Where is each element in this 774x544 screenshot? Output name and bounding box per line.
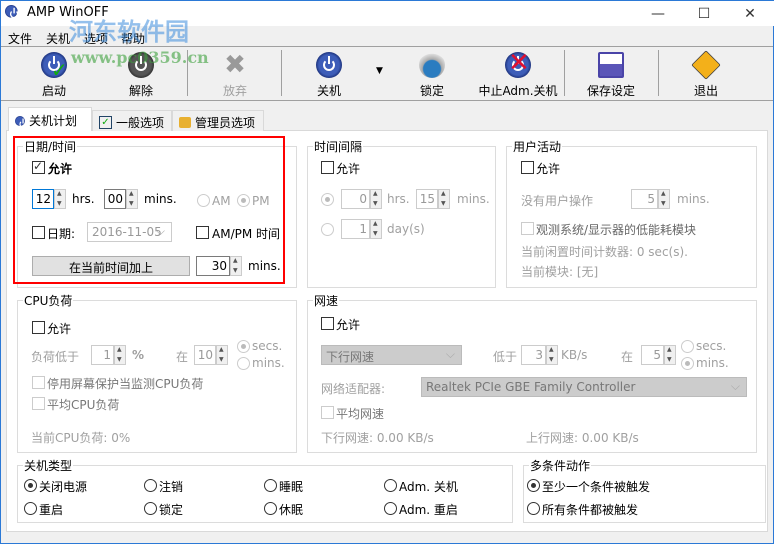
shutdown-type-label: 关闭电源 <box>39 480 88 494</box>
cpu-percent-spinner[interactable] <box>114 345 126 365</box>
interval-allow-checkbox[interactable] <box>321 161 334 174</box>
shutdown-type-label: 注销 <box>159 480 184 494</box>
shutdown-type-radio[interactable] <box>264 479 277 492</box>
multi-condition-radio[interactable] <box>527 479 540 492</box>
power-cancel-icon: ✕ <box>505 48 531 78</box>
power-icon <box>15 115 27 128</box>
watermark-logo: 河东软件园 <box>69 18 189 46</box>
interval-days-radio[interactable] <box>321 223 334 236</box>
cpu-duration-spinner[interactable] <box>216 345 228 365</box>
separator <box>564 50 565 96</box>
x-icon: ✖ <box>224 50 246 80</box>
shutdown-type-label: Adm. 重启 <box>399 503 458 517</box>
network-speed-input[interactable]: 3 <box>521 345 546 365</box>
shutdown-type-radio[interactable] <box>24 479 37 492</box>
network-speed-spinner[interactable] <box>546 345 558 365</box>
shutdown-type-radio[interactable] <box>144 479 157 492</box>
floppy-disk-icon <box>598 52 624 78</box>
lock-icon <box>419 52 445 78</box>
lock-button[interactable]: 锁定 <box>392 52 472 99</box>
turn-sign-icon <box>691 50 721 80</box>
network-allow-checkbox[interactable] <box>321 317 334 330</box>
maximize-button[interactable]: ☐ <box>681 1 727 27</box>
power-check-icon: ✓ <box>41 52 68 82</box>
highlight-box <box>13 136 285 284</box>
network-secs-radio[interactable] <box>681 340 694 353</box>
shutdown-type-radio[interactable] <box>144 502 157 515</box>
interval-hours-radio[interactable] <box>321 193 334 206</box>
shutdown-type-radio[interactable] <box>24 502 37 515</box>
multi-condition-label: 至少一个条件被触发 <box>542 480 651 494</box>
divider <box>1 100 773 101</box>
shutdown-type-radio[interactable] <box>384 479 397 492</box>
multi-condition-radio[interactable] <box>527 502 540 515</box>
tab-admin-options[interactable]: 管理员选项 <box>172 110 264 131</box>
cpu-allow-checkbox[interactable] <box>32 321 45 334</box>
separator <box>281 50 282 96</box>
save-settings-button[interactable]: 保存设定 <box>571 52 651 99</box>
shutdown-type-radio[interactable] <box>264 502 277 515</box>
shutdown-button[interactable]: 关机 <box>289 52 369 99</box>
shutdown-dropdown-arrow[interactable]: ▼ <box>376 66 383 76</box>
menu-file[interactable]: 文件 <box>8 30 32 47</box>
tab-shutdown-plan[interactable]: 关机计划 <box>8 107 92 131</box>
power-icon <box>316 52 342 78</box>
app-power-icon <box>5 5 19 19</box>
cpu-duration-input[interactable]: 10 <box>194 345 216 365</box>
observe-low-power-checkbox[interactable] <box>521 222 534 235</box>
idle-minutes-spinner[interactable] <box>658 189 670 209</box>
network-direction-select[interactable]: 下行网速 <box>321 345 462 365</box>
cpu-average-checkbox[interactable] <box>32 397 45 410</box>
checkbox-icon: ✓ <box>99 115 112 129</box>
shutdown-type-radio[interactable] <box>384 502 397 515</box>
network-duration-spinner[interactable] <box>664 345 676 365</box>
multi-condition-label: 所有条件都被触发 <box>542 503 639 517</box>
close-button[interactable]: ✕ <box>727 1 773 27</box>
disable-screensaver-checkbox[interactable] <box>32 376 45 389</box>
interval-hours-input[interactable]: 0 <box>341 189 370 209</box>
interval-minutes-input[interactable]: 15 <box>416 189 438 209</box>
user-activity-allow-checkbox[interactable] <box>521 161 534 174</box>
app-window: AMP WinOFF — ☐ ✕ 文件 关机 选项 帮助 ✓ 启动 解除 ✖ 放弃 … <box>0 0 774 544</box>
separator <box>658 50 659 96</box>
interval-days-spinner[interactable] <box>370 219 382 239</box>
shutdown-type-label: 睡眠 <box>279 480 304 494</box>
network-mins-radio[interactable] <box>681 357 694 370</box>
cpu-secs-radio[interactable] <box>237 340 250 353</box>
shutdown-type-label: Adm. 关机 <box>399 480 458 494</box>
menu-shutdown[interactable]: 关机 <box>46 30 70 47</box>
minimize-button[interactable]: — <box>635 1 681 27</box>
exit-button[interactable]: 退出 <box>666 50 746 99</box>
network-duration-input[interactable]: 5 <box>641 345 664 365</box>
interval-minutes-spinner[interactable] <box>438 189 450 209</box>
padlock-icon <box>179 116 191 128</box>
cpu-mins-radio[interactable] <box>237 357 250 370</box>
network-average-checkbox[interactable] <box>321 406 334 419</box>
abort-adm-shutdown-button[interactable]: ✕ 中止Adm.关机 <box>473 48 563 99</box>
shutdown-type-label: 重启 <box>39 503 64 517</box>
shutdown-type-label: 锁定 <box>159 503 184 517</box>
shutdown-type-label: 休眠 <box>279 503 304 517</box>
cpu-percent-input[interactable]: 1 <box>91 345 114 365</box>
network-adapter-select[interactable]: Realtek PCIe GBE Family Controller <box>421 377 747 397</box>
interval-hours-spinner[interactable] <box>370 189 382 209</box>
idle-minutes-input[interactable]: 5 <box>631 189 658 209</box>
interval-days-input[interactable]: 1 <box>341 219 370 239</box>
tab-general-options[interactable]: ✓ 一般选项 <box>92 110 172 131</box>
